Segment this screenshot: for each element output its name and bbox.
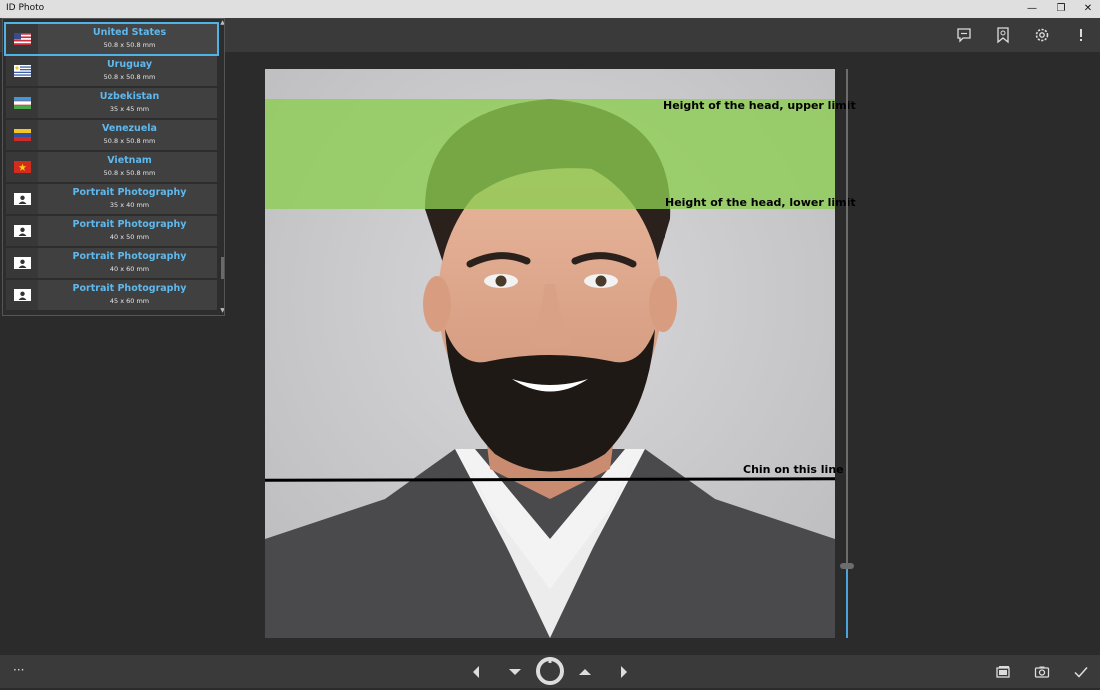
item-name: Uzbekistan: [99, 91, 160, 102]
head-height-band: [265, 99, 835, 209]
info-icon[interactable]: [1072, 26, 1090, 44]
settings-icon[interactable]: [1033, 26, 1051, 44]
portrait-icon: [14, 257, 31, 269]
bottom-toolbar: ···: [0, 655, 1100, 688]
item-size: 40 x 50 mm: [109, 233, 150, 241]
portrait-icon: [14, 193, 31, 205]
list-item[interactable]: Uzbekistan 35 x 45 mm: [6, 88, 217, 118]
title-bar: ID Photo — ❐ ✕: [0, 0, 1100, 18]
prev-icon[interactable]: [467, 663, 485, 681]
vietnam-flag-icon: [14, 161, 31, 173]
scroll-up-icon[interactable]: ▲: [219, 19, 224, 26]
flag-cell: [6, 24, 38, 54]
uruguay-flag-icon: [14, 65, 31, 77]
country-dropdown[interactable]: United States 50.8 x 50.8 mm Uruguay 50.…: [2, 18, 225, 316]
list-item[interactable]: Portrait Photography 40 x 60 mm: [6, 248, 217, 278]
upper-limit-label: Height of the head, upper limit: [663, 99, 856, 112]
list-item[interactable]: United States 50.8 x 50.8 mm: [4, 22, 219, 56]
camera-icon[interactable]: [1033, 663, 1051, 681]
list-item[interactable]: Portrait Photography 45 x 60 mm: [6, 280, 217, 310]
uzbekistan-flag-icon: [14, 97, 31, 109]
item-size: 35 x 40 mm: [109, 201, 150, 209]
lower-limit-label: Height of the head, lower limit: [665, 196, 856, 209]
flag-cell: [6, 120, 38, 150]
feedback-icon[interactable]: [955, 26, 973, 44]
up-icon[interactable]: [576, 663, 594, 681]
list-scrollbar-thumb[interactable]: [221, 257, 224, 279]
chin-line-label: Chin on this line: [743, 463, 844, 476]
flag-cell: [6, 88, 38, 118]
flag-cell: [6, 56, 38, 86]
flag-cell: [6, 184, 38, 214]
item-size: 50.8 x 50.8 mm: [103, 41, 156, 49]
flag-cell: [6, 248, 38, 278]
list-item[interactable]: Vietnam 50.8 x 50.8 mm: [6, 152, 217, 182]
list-item[interactable]: Venezuela 50.8 x 50.8 mm: [6, 120, 217, 150]
portrait-icon: [14, 289, 31, 301]
checkmark-icon[interactable]: [1072, 663, 1090, 681]
item-name: Portrait Photography: [72, 187, 187, 198]
down-icon[interactable]: [506, 663, 524, 681]
flag-cell: [6, 280, 38, 310]
more-button[interactable]: ···: [13, 663, 24, 677]
venezuela-flag-icon: [14, 129, 31, 141]
zoom-slider-thumb[interactable]: [840, 563, 854, 569]
item-size: 45 x 60 mm: [109, 297, 150, 305]
restore-button[interactable]: ❐: [1046, 0, 1076, 18]
bookmark-icon[interactable]: [994, 26, 1012, 44]
list-item[interactable]: Portrait Photography 40 x 50 mm: [6, 216, 217, 246]
list-item[interactable]: Uruguay 50.8 x 50.8 mm: [6, 56, 217, 86]
item-name: Portrait Photography: [72, 283, 187, 294]
close-button[interactable]: ✕: [1073, 0, 1100, 18]
gallery-icon[interactable]: [994, 663, 1012, 681]
item-name: Portrait Photography: [72, 251, 187, 262]
item-size: 35 x 45 mm: [109, 105, 150, 113]
us-flag-icon: [14, 33, 31, 45]
flag-cell: [6, 152, 38, 182]
zoom-slider-track[interactable]: [846, 69, 848, 638]
scroll-down-icon[interactable]: ▼: [219, 307, 224, 314]
item-size: 50.8 x 50.8 mm: [103, 137, 156, 145]
item-size: 40 x 60 mm: [109, 265, 150, 273]
portrait-icon: [14, 225, 31, 237]
item-size: 50.8 x 50.8 mm: [103, 169, 156, 177]
spinner-icon[interactable]: [535, 656, 565, 686]
item-size: 50.8 x 50.8 mm: [103, 73, 156, 81]
minimize-button[interactable]: —: [1017, 0, 1047, 18]
item-name: Portrait Photography: [72, 219, 187, 230]
flag-cell: [6, 216, 38, 246]
zoom-slider-fill: [846, 566, 848, 638]
item-name: Venezuela: [102, 123, 157, 134]
app-title: ID Photo: [6, 3, 45, 13]
next-icon[interactable]: [615, 663, 633, 681]
item-name: Vietnam: [107, 155, 152, 166]
item-name: Uruguay: [106, 59, 153, 70]
item-name: United States: [92, 27, 167, 38]
list-item[interactable]: Portrait Photography 35 x 40 mm: [6, 184, 217, 214]
